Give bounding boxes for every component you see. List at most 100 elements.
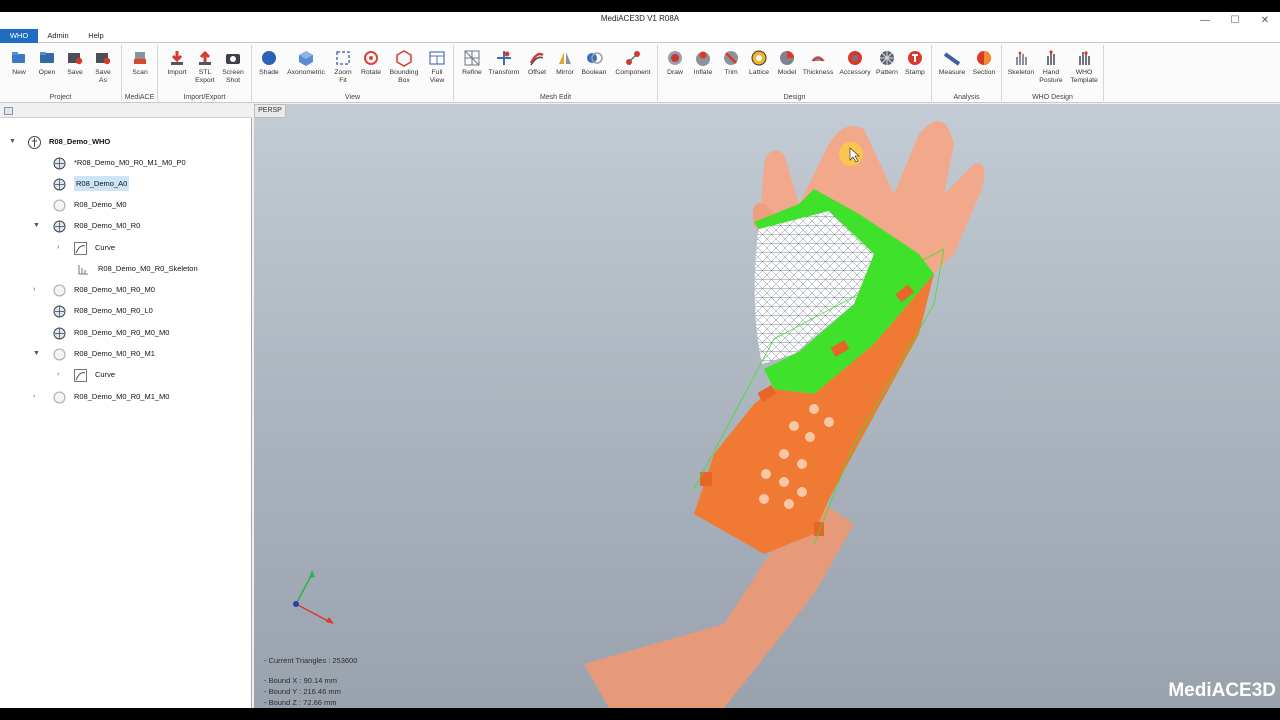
transform-button[interactable]: Transform xyxy=(486,49,522,89)
export-icon xyxy=(199,50,211,65)
pattern-button[interactable]: Pattern xyxy=(872,49,902,89)
trim-button[interactable]: Trim xyxy=(716,49,746,89)
save-as-button[interactable]: Save As xyxy=(88,49,118,89)
screen-shot-button[interactable]: Screen Shot xyxy=(218,49,248,89)
mirror-icon xyxy=(559,52,571,64)
boolean-button[interactable]: Boolean xyxy=(578,49,610,89)
tree-expander[interactable]: ▼ xyxy=(33,345,40,363)
component-button[interactable]: Component xyxy=(612,49,654,89)
group-label-import-export: Import/Export xyxy=(183,94,226,101)
pattern-icon xyxy=(880,51,894,65)
offset-icon xyxy=(529,52,544,66)
lattice-icon xyxy=(751,50,767,66)
hand-posture-button[interactable]: Hand Posture xyxy=(1036,49,1066,89)
accessory-button[interactable]: Accessory xyxy=(838,49,872,89)
3d-viewport[interactable]: PERSP - Current Triangles: 253600 - Bou… xyxy=(254,104,1280,708)
tree-item[interactable]: R08_Demo_M0_R0_M1_M0 xyxy=(53,388,169,406)
tree-expander[interactable]: ▼ xyxy=(33,217,40,235)
ribbon-toolbar: New Open Save Save As Project Scan MediA… xyxy=(0,43,1280,103)
axis-gizmo xyxy=(293,570,334,624)
accessory-icon xyxy=(848,51,862,65)
mesh-node-hidden-icon xyxy=(53,391,66,404)
hand-template-icon xyxy=(1079,51,1090,65)
tree-item[interactable]: *R08_Demo_M0_R0_M1_M0_P0 xyxy=(53,154,186,172)
tree-item[interactable]: R08_Demo_M0_R0_M0_M0 xyxy=(53,324,169,342)
curve-icon xyxy=(74,368,87,382)
axonometric-button[interactable]: Axonometric xyxy=(284,49,328,89)
tree-item[interactable]: R08_Demo_M0_R0_L0 xyxy=(53,302,153,320)
tree-item[interactable]: R08_Demo_M0_R0_M1 xyxy=(53,345,155,363)
group-who-design: Skeleton Hand Posture WHO Template WHO D… xyxy=(1002,45,1104,101)
shade-button[interactable]: Shade xyxy=(254,49,284,89)
tree-item-selected[interactable]: R08_Demo_A0 xyxy=(53,175,130,193)
scan-button[interactable]: Scan xyxy=(125,49,155,89)
skeleton-button[interactable]: Skeleton xyxy=(1006,49,1036,89)
section-button[interactable]: Section xyxy=(968,49,1000,89)
offset-button[interactable]: Offset xyxy=(522,49,552,89)
bounding-box-button[interactable]: Bounding Box xyxy=(386,49,422,89)
tree-toolstrip xyxy=(0,104,252,118)
tree-item[interactable]: R08_Demo_M0_R0_M0 xyxy=(53,281,155,299)
shade-sphere-icon xyxy=(262,51,276,65)
maximize-button[interactable]: ☐ xyxy=(1220,12,1250,29)
model-button[interactable]: Model xyxy=(772,49,802,89)
save-icon xyxy=(68,53,83,65)
lattice-button[interactable]: Lattice xyxy=(744,49,774,89)
stamp-icon xyxy=(908,51,922,65)
person-icon xyxy=(28,135,41,149)
group-label-mediace: MediACE xyxy=(124,94,155,101)
tree-expander[interactable]: › xyxy=(57,239,59,257)
transform-icon xyxy=(497,51,511,65)
tree-item[interactable]: R08_Demo_M0_R0_Skeleton xyxy=(77,260,198,278)
panel-toggle-icon[interactable] xyxy=(4,107,13,115)
refine-button[interactable]: Refine xyxy=(457,49,487,89)
window-title: MediACE3D V1 R08A xyxy=(600,14,680,23)
new-button[interactable]: New xyxy=(4,49,34,89)
rotate-icon xyxy=(364,51,378,65)
draw-icon xyxy=(668,51,682,65)
thickness-button[interactable]: Thickness xyxy=(800,49,836,89)
model-icon xyxy=(780,51,794,65)
tab-who[interactable]: WHO xyxy=(0,29,38,43)
mirror-button[interactable]: Mirror xyxy=(550,49,580,89)
group-project: New Open Save Save As Project xyxy=(0,45,122,101)
stl-export-button[interactable]: STL Export xyxy=(190,49,220,89)
who-template-button[interactable]: WHO Template xyxy=(1066,49,1102,89)
mesh-node-hidden-icon xyxy=(53,199,66,212)
inflate-icon xyxy=(696,51,710,66)
curve-icon xyxy=(74,241,87,255)
tab-admin[interactable]: Admin xyxy=(40,29,76,43)
inflate-button[interactable]: Inflate xyxy=(688,49,718,89)
hand-skeleton-icon xyxy=(1016,51,1027,65)
tree-expander-root[interactable]: ▼ xyxy=(9,133,16,151)
tree-expander[interactable]: › xyxy=(57,366,59,384)
tree-expander[interactable]: › xyxy=(33,388,35,406)
tree-item[interactable]: R08_Demo_M0 xyxy=(53,196,127,214)
import-button[interactable]: Import xyxy=(162,49,192,89)
rotate-button[interactable]: Rotate xyxy=(356,49,386,89)
hand-splint-model[interactable] xyxy=(254,104,1280,708)
app-window: MediACE3D V1 R08A — ☐ ✕ WHO Admin Help N… xyxy=(0,12,1280,708)
zoom-fit-button[interactable]: Zoom Fit xyxy=(328,49,358,89)
menu-bar: WHO Admin Help xyxy=(0,29,1280,43)
mesh-node-icon xyxy=(53,327,66,340)
open-button[interactable]: Open xyxy=(32,49,62,89)
close-button[interactable]: ✕ xyxy=(1250,12,1280,29)
full-view-button[interactable]: Full View xyxy=(422,49,452,89)
save-as-icon xyxy=(96,53,111,65)
tab-help[interactable]: Help xyxy=(78,29,114,43)
save-button[interactable]: Save xyxy=(60,49,90,89)
minimize-button[interactable]: — xyxy=(1190,12,1220,29)
group-mediace: Scan MediACE xyxy=(122,45,158,101)
mesh-node-icon xyxy=(53,157,66,170)
tree-root[interactable]: R08_Demo_WHO xyxy=(28,133,110,151)
stamp-button[interactable]: Stamp xyxy=(900,49,930,89)
new-file-icon xyxy=(12,52,25,63)
draw-button[interactable]: Draw xyxy=(660,49,690,89)
tree-expander[interactable]: › xyxy=(33,281,35,299)
tree-item[interactable]: R08_Demo_M0_R0 xyxy=(53,217,140,235)
tree-item[interactable]: Curve xyxy=(74,239,115,257)
group-design: Draw Inflate Trim Lattice Model Thicknes… xyxy=(658,45,932,101)
tree-item[interactable]: Curve xyxy=(74,366,115,384)
measure-button[interactable]: Measure xyxy=(936,49,968,89)
